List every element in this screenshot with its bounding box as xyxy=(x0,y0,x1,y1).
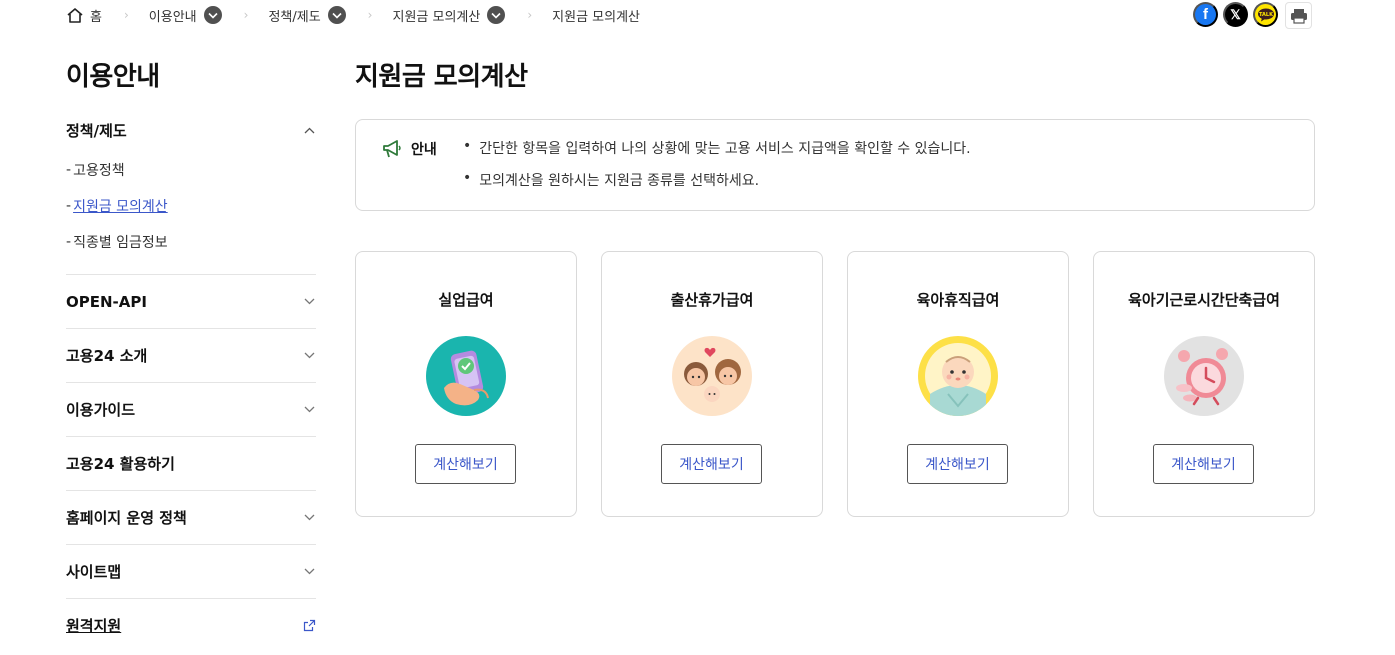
sidebar-group-guide: 이용가이드 xyxy=(66,383,316,437)
sidebar-item-label: 고용정책 xyxy=(73,163,125,179)
baby-icon xyxy=(918,336,998,416)
calculate-button[interactable]: 계산해보기 xyxy=(415,444,516,484)
notice-text: 간단한 항목을 입력하여 나의 상황에 맞는 고용 서비스 지급액을 확인할 수… xyxy=(479,141,971,157)
chevron-down-icon xyxy=(302,565,316,579)
sidebar-group-toggle[interactable]: 홈페이지 운영 정책 xyxy=(66,491,316,544)
sidebar-group-policy: 정책/제도 - 고용정책 - 지원금 모의계산 - 직종별 임금정보 xyxy=(66,108,316,275)
notice-item: • 간단한 항목을 입력하여 나의 상황에 맞는 고용 서비스 지급액을 확인할 … xyxy=(463,138,971,170)
dash: - xyxy=(66,198,72,214)
sidebar-group-label: 사이트맵 xyxy=(66,563,122,581)
sidebar-item-employment-policy[interactable]: - 고용정책 xyxy=(66,152,316,188)
card-unemployment-benefit: 실업급여 계산해보기 xyxy=(355,251,577,517)
kakaotalk-icon[interactable]: TALK xyxy=(1253,2,1278,27)
sidebar-group-label: 홈페이지 운영 정책 xyxy=(66,509,187,527)
card-title: 출산휴가급여 xyxy=(670,291,754,309)
share-bar: f 𝕏 TALK xyxy=(1193,2,1312,29)
breadcrumb-home-label: 홈 xyxy=(90,9,102,25)
sidebar-item-subsidy-simulation[interactable]: - 지원금 모의계산 xyxy=(66,188,316,224)
sidebar-menu: 정책/제도 - 고용정책 - 지원금 모의계산 - 직종별 임금정보 OPEN-API… xyxy=(66,108,316,652)
phone-check-icon xyxy=(426,336,506,416)
sidebar-group-open-api: OPEN-API xyxy=(66,275,316,329)
sidebar-group-label: 고용24 활용하기 xyxy=(66,455,175,473)
sidebar-group-toggle[interactable]: 정책/제도 xyxy=(66,108,316,152)
sidebar-group-toggle[interactable]: 사이트맵 xyxy=(66,545,316,598)
chevron-down-icon xyxy=(302,403,316,417)
breadcrumb-item-label: 정책/제도 xyxy=(268,9,321,25)
sidebar-group-label: 정책/제도 xyxy=(66,121,127,140)
notice-list: • 간단한 항목을 입력하여 나의 상황에 맞는 고용 서비스 지급액을 확인할 … xyxy=(463,138,971,202)
bullet: • xyxy=(463,170,472,186)
sidebar-title: 이용안내 xyxy=(66,62,160,92)
sidebar-group-about: 고용24 소개 xyxy=(66,329,316,383)
sidebar-item-label: 지원금 모의계산 xyxy=(73,199,168,215)
page-title: 지원금 모의계산 xyxy=(355,62,528,92)
chevron-down-icon[interactable] xyxy=(487,6,506,24)
sidebar-submenu: - 고용정책 - 지원금 모의계산 - 직종별 임금정보 xyxy=(66,152,316,274)
breadcrumb-separator-icon: › xyxy=(123,8,129,22)
dash: - xyxy=(66,162,72,178)
print-icon[interactable] xyxy=(1285,2,1312,29)
dash: - xyxy=(66,234,72,250)
external-link-icon xyxy=(302,619,316,633)
breadcrumb-item-label: 지원금 모의계산 xyxy=(392,9,481,25)
breadcrumb-item-simulation[interactable]: 지원금 모의계산 xyxy=(392,6,506,25)
svg-text:TALK: TALK xyxy=(1259,12,1274,18)
sidebar-item-wage-info[interactable]: - 직종별 임금정보 xyxy=(66,224,316,260)
sidebar-group-toggle[interactable]: 고용24 소개 xyxy=(66,329,316,382)
calculator-cards: 실업급여 계산해보기 출산휴가급여 계산해보기 육아휴직급여 계산해보기 육아기… xyxy=(355,251,1315,517)
breadcrumb-separator-icon: › xyxy=(243,8,249,22)
megaphone-icon xyxy=(383,140,401,158)
bullet: • xyxy=(463,138,472,154)
card-parental-leave-benefit: 육아휴직급여 계산해보기 xyxy=(847,251,1069,517)
card-title: 실업급여 xyxy=(438,291,494,309)
breadcrumb-item-policy[interactable]: 정책/제도 xyxy=(268,6,346,25)
breadcrumb-home[interactable]: 홈 xyxy=(66,6,102,25)
sidebar-group-operation-policy: 홈페이지 운영 정책 xyxy=(66,491,316,545)
facebook-icon[interactable]: f xyxy=(1193,2,1218,27)
remote-support-link[interactable]: 원격지원 xyxy=(66,599,316,652)
calculate-button[interactable]: 계산해보기 xyxy=(661,444,762,484)
notice-label: 안내 xyxy=(411,142,437,158)
breadcrumb-separator-icon: › xyxy=(527,8,533,22)
sidebar-group-label: OPEN-API xyxy=(66,292,147,311)
chevron-down-icon xyxy=(302,511,316,525)
breadcrumb: 홈 › 이용안내 › 정책/제도 › 지원금 모의계산 › 지원금 모의계산 xyxy=(66,4,640,26)
sidebar-group-toggle[interactable]: OPEN-API xyxy=(66,275,316,328)
chevron-down-icon xyxy=(302,295,316,309)
notice-text: 모의계산을 원하시는 지원금 종류를 선택하세요. xyxy=(479,173,760,189)
alarm-clock-icon xyxy=(1164,336,1244,416)
chevron-up-icon xyxy=(302,123,316,137)
card-title: 육아휴직급여 xyxy=(916,291,1000,309)
x-glyph: 𝕏 xyxy=(1230,6,1241,22)
chevron-down-icon[interactable] xyxy=(327,6,346,24)
card-maternity-benefit: 출산휴가급여 계산해보기 xyxy=(601,251,823,517)
sidebar-group-label: 이용가이드 xyxy=(66,401,136,419)
notice-header: 안내 xyxy=(381,139,437,159)
chevron-down-icon[interactable] xyxy=(203,6,222,24)
sidebar-item-label: 직종별 임금정보 xyxy=(73,235,168,251)
x-icon[interactable]: 𝕏 xyxy=(1223,2,1248,27)
sidebar-group-remote-support: 원격지원 xyxy=(66,599,316,652)
sidebar-group-sitemap: 사이트맵 xyxy=(66,545,316,599)
calculate-button[interactable]: 계산해보기 xyxy=(907,444,1008,484)
facebook-glyph: f xyxy=(1203,6,1208,23)
breadcrumb-separator-icon: › xyxy=(367,8,373,22)
sidebar-group-utilize: 고용24 활용하기 xyxy=(66,437,316,491)
chevron-down-icon xyxy=(302,349,316,363)
notice-item: • 모의계산을 원하시는 지원금 종류를 선택하세요. xyxy=(463,170,971,202)
sidebar-group-label: 원격지원 xyxy=(66,617,122,635)
card-title: 육아기근로시간단축급여 xyxy=(1128,291,1280,309)
family-icon xyxy=(672,336,752,416)
sidebar-group-link[interactable]: 고용24 활용하기 xyxy=(66,437,316,490)
home-icon xyxy=(67,7,83,23)
breadcrumb-item-usage[interactable]: 이용안내 xyxy=(149,6,222,25)
notice-box: 안내 • 간단한 항목을 입력하여 나의 상황에 맞는 고용 서비스 지급액을 확… xyxy=(355,119,1315,211)
sidebar-group-toggle[interactable]: 이용가이드 xyxy=(66,383,316,436)
breadcrumb-current: 지원금 모의계산 xyxy=(552,9,641,25)
breadcrumb-item-label: 이용안내 xyxy=(148,9,197,25)
calculate-button[interactable]: 계산해보기 xyxy=(1153,444,1254,484)
card-reduced-hours-benefit: 육아기근로시간단축급여 계산해보기 xyxy=(1093,251,1315,517)
sidebar-group-label: 고용24 소개 xyxy=(66,347,148,365)
